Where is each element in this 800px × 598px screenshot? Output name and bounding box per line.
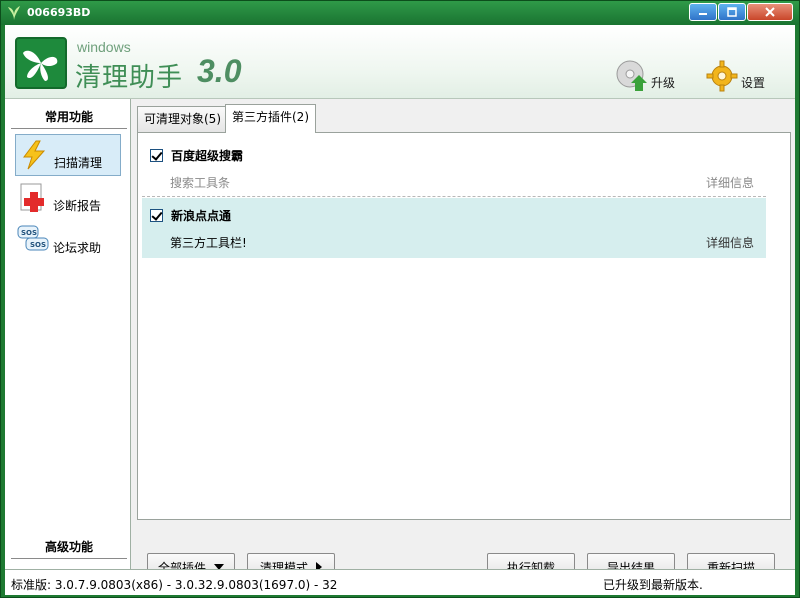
settings-button[interactable]: 设置: [705, 59, 765, 93]
tab-third-party-plugins[interactable]: 第三方插件(2): [225, 104, 316, 133]
sidebar-item-label: 诊断报告: [53, 198, 102, 213]
app-leaf-icon: [8, 6, 20, 20]
plugin-list: 百度超级搜霸 搜索工具条 详细信息 新浪点点通 第三方工具栏! 详细信息: [137, 132, 791, 520]
settings-label: 设置: [741, 76, 766, 90]
list-item[interactable]: 新浪点点通 第三方工具栏! 详细信息: [142, 198, 766, 258]
advanced-functions-title[interactable]: 高级功能: [11, 535, 127, 559]
main-content: 可清理对象(5) 第三方插件(2) 百度超级搜霸 搜索工具条 详细信息 新浪点点…: [131, 99, 795, 581]
brand-windows-label: windows: [77, 39, 131, 55]
list-item[interactable]: 百度超级搜霸 搜索工具条 详细信息: [142, 137, 766, 197]
brand-name: 清理助手: [75, 63, 184, 93]
plugin-description: 第三方工具栏!: [170, 236, 247, 250]
flower-logo-icon: [23, 50, 58, 81]
sidebar-item-diagnosis-report[interactable]: 诊断报告: [15, 177, 121, 219]
version-info: 标准版: 3.0.7.9.0803(x86) - 3.0.32.9.0803(1…: [11, 578, 338, 592]
svg-text:SOS: SOS: [21, 229, 37, 237]
minimize-icon: [699, 13, 707, 15]
lightning-icon: [23, 140, 46, 170]
sidebar-item-label: 论坛求助: [53, 240, 102, 255]
upgrade-button[interactable]: 升级: [615, 59, 675, 93]
plugin-checkbox[interactable]: [150, 209, 163, 222]
close-icon: [765, 7, 775, 17]
divider: [142, 196, 766, 197]
app-header: windows 清理助手 3.0 升级 设置: [5, 25, 795, 99]
plugin-checkbox[interactable]: [150, 149, 163, 162]
app-logo: [15, 37, 67, 89]
sos-bubble-icon: SOS SOS: [17, 225, 49, 251]
upgrade-label: 升级: [651, 76, 676, 90]
plugin-name: 新浪点点通: [171, 209, 232, 223]
app-window: 006693BD windows 清理助手 3.0 升级 设置 常用功能 扫描清…: [0, 0, 800, 598]
plugin-header: 新浪点点通: [150, 207, 231, 224]
sidebar-item-scan-clean[interactable]: 扫描清理: [15, 134, 121, 176]
status-bar: 标准版: 3.0.7.9.0803(x86) - 3.0.32.9.0803(1…: [5, 569, 795, 595]
minimize-button[interactable]: [689, 3, 717, 21]
sidebar-item-label: 扫描清理: [54, 155, 103, 170]
plugin-detail-link[interactable]: 详细信息: [706, 174, 754, 191]
plugin-detail-link[interactable]: 详细信息: [706, 234, 754, 251]
window-title: 006693BD: [27, 6, 91, 19]
title-bar[interactable]: 006693BD: [1, 1, 799, 25]
plugin-name: 百度超级搜霸: [171, 149, 244, 163]
sidebar: 常用功能 扫描清理 诊断报告 SOS SOS 论坛求助 高级功能: [5, 99, 131, 569]
close-button[interactable]: [747, 3, 793, 21]
client-area: windows 清理助手 3.0 升级 设置 常用功能 扫描清理 诊断报告 SO…: [5, 25, 795, 595]
maximize-button[interactable]: [718, 3, 746, 21]
plugin-header: 百度超级搜霸: [150, 147, 243, 164]
sidebar-item-forum-help[interactable]: SOS SOS 论坛求助: [15, 219, 121, 261]
tab-cleanable-objects[interactable]: 可清理对象(5): [137, 106, 228, 132]
common-functions-title: 常用功能: [11, 105, 127, 129]
medical-cross-icon: [20, 183, 44, 212]
update-status: 已升级到最新版本.: [603, 578, 703, 592]
maximize-icon: [727, 7, 737, 17]
upgrade-disc-icon: [616, 60, 647, 91]
plugin-description: 搜索工具条: [170, 176, 231, 190]
gear-icon: [706, 60, 738, 92]
brand-version: 3.0: [197, 53, 242, 89]
window-controls: [689, 3, 793, 21]
svg-text:SOS: SOS: [30, 241, 46, 249]
